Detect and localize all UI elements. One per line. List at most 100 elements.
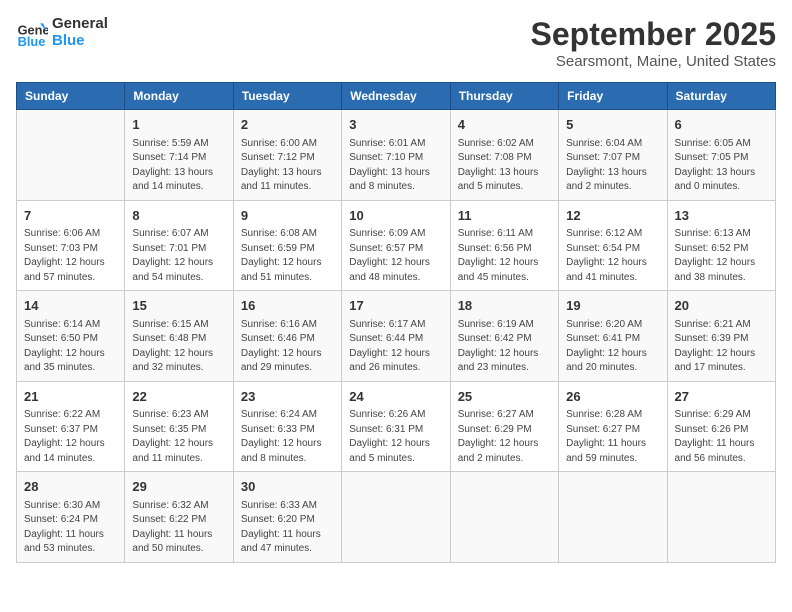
day-info: Sunrise: 6:29 AMSunset: 6:26 PMDaylight:… xyxy=(675,408,768,466)
day-cell: 22Sunrise: 6:23 AMSunset: 6:35 PMDayligh… xyxy=(125,381,233,472)
day-cell: 1Sunrise: 5:59 AMSunset: 7:14 PMDaylight… xyxy=(125,110,233,201)
day-info: Sunrise: 6:23 AMSunset: 6:35 PMDaylight:… xyxy=(132,408,225,466)
day-info: Sunrise: 6:22 AMSunset: 6:37 PMDaylight:… xyxy=(24,408,117,466)
header-cell-thursday: Thursday xyxy=(450,83,558,110)
calendar-body: 1Sunrise: 5:59 AMSunset: 7:14 PMDaylight… xyxy=(17,110,776,563)
day-number: 17 xyxy=(349,296,442,316)
header-cell-sunday: Sunday xyxy=(17,83,125,110)
day-number: 14 xyxy=(24,296,117,316)
day-cell: 12Sunrise: 6:12 AMSunset: 6:54 PMDayligh… xyxy=(559,200,667,291)
day-number: 19 xyxy=(566,296,659,316)
header-cell-monday: Monday xyxy=(125,83,233,110)
day-number: 12 xyxy=(566,206,659,226)
day-number: 26 xyxy=(566,387,659,407)
day-cell: 30Sunrise: 6:33 AMSunset: 6:20 PMDayligh… xyxy=(233,472,341,563)
day-number: 7 xyxy=(24,206,117,226)
day-cell: 7Sunrise: 6:06 AMSunset: 7:03 PMDaylight… xyxy=(17,200,125,291)
day-cell: 3Sunrise: 6:01 AMSunset: 7:10 PMDaylight… xyxy=(342,110,450,201)
day-cell: 17Sunrise: 6:17 AMSunset: 6:44 PMDayligh… xyxy=(342,291,450,382)
day-number: 2 xyxy=(241,115,334,135)
svg-text:Blue: Blue xyxy=(18,33,46,48)
week-row-4: 28Sunrise: 6:30 AMSunset: 6:24 PMDayligh… xyxy=(17,472,776,563)
day-cell xyxy=(667,472,775,563)
day-cell: 28Sunrise: 6:30 AMSunset: 6:24 PMDayligh… xyxy=(17,472,125,563)
day-cell: 11Sunrise: 6:11 AMSunset: 6:56 PMDayligh… xyxy=(450,200,558,291)
day-cell: 5Sunrise: 6:04 AMSunset: 7:07 PMDaylight… xyxy=(559,110,667,201)
day-info: Sunrise: 6:08 AMSunset: 6:59 PMDaylight:… xyxy=(241,227,334,285)
day-cell: 25Sunrise: 6:27 AMSunset: 6:29 PMDayligh… xyxy=(450,381,558,472)
day-cell: 14Sunrise: 6:14 AMSunset: 6:50 PMDayligh… xyxy=(17,291,125,382)
day-number: 30 xyxy=(241,477,334,497)
day-info: Sunrise: 6:14 AMSunset: 6:50 PMDaylight:… xyxy=(24,318,117,376)
day-number: 24 xyxy=(349,387,442,407)
day-number: 18 xyxy=(458,296,551,316)
day-cell: 19Sunrise: 6:20 AMSunset: 6:41 PMDayligh… xyxy=(559,291,667,382)
logo-line1: General xyxy=(52,16,108,33)
day-cell: 8Sunrise: 6:07 AMSunset: 7:01 PMDaylight… xyxy=(125,200,233,291)
day-cell xyxy=(17,110,125,201)
title-block: September 2025 Searsmont, Maine, United … xyxy=(531,16,776,70)
day-info: Sunrise: 5:59 AMSunset: 7:14 PMDaylight:… xyxy=(132,137,225,195)
page-header: General Blue General Blue September 2025… xyxy=(16,16,776,70)
day-info: Sunrise: 6:27 AMSunset: 6:29 PMDaylight:… xyxy=(458,408,551,466)
day-number: 23 xyxy=(241,387,334,407)
logo-icon: General Blue xyxy=(16,17,48,49)
header-cell-tuesday: Tuesday xyxy=(233,83,341,110)
day-number: 6 xyxy=(675,115,768,135)
day-cell: 15Sunrise: 6:15 AMSunset: 6:48 PMDayligh… xyxy=(125,291,233,382)
day-cell: 26Sunrise: 6:28 AMSunset: 6:27 PMDayligh… xyxy=(559,381,667,472)
header-cell-friday: Friday xyxy=(559,83,667,110)
day-number: 13 xyxy=(675,206,768,226)
day-number: 25 xyxy=(458,387,551,407)
day-info: Sunrise: 6:32 AMSunset: 6:22 PMDaylight:… xyxy=(132,499,225,557)
day-info: Sunrise: 6:26 AMSunset: 6:31 PMDaylight:… xyxy=(349,408,442,466)
day-cell xyxy=(342,472,450,563)
day-number: 3 xyxy=(349,115,442,135)
day-cell: 6Sunrise: 6:05 AMSunset: 7:05 PMDaylight… xyxy=(667,110,775,201)
header-cell-saturday: Saturday xyxy=(667,83,775,110)
month-title: September 2025 xyxy=(531,16,776,53)
day-cell: 23Sunrise: 6:24 AMSunset: 6:33 PMDayligh… xyxy=(233,381,341,472)
week-row-1: 7Sunrise: 6:06 AMSunset: 7:03 PMDaylight… xyxy=(17,200,776,291)
day-number: 16 xyxy=(241,296,334,316)
logo-line2: Blue xyxy=(52,33,108,50)
day-cell: 16Sunrise: 6:16 AMSunset: 6:46 PMDayligh… xyxy=(233,291,341,382)
header-row: SundayMondayTuesdayWednesdayThursdayFrid… xyxy=(17,83,776,110)
day-number: 28 xyxy=(24,477,117,497)
day-info: Sunrise: 6:24 AMSunset: 6:33 PMDaylight:… xyxy=(241,408,334,466)
day-info: Sunrise: 6:33 AMSunset: 6:20 PMDaylight:… xyxy=(241,499,334,557)
day-number: 9 xyxy=(241,206,334,226)
day-cell: 10Sunrise: 6:09 AMSunset: 6:57 PMDayligh… xyxy=(342,200,450,291)
week-row-0: 1Sunrise: 5:59 AMSunset: 7:14 PMDaylight… xyxy=(17,110,776,201)
day-cell: 20Sunrise: 6:21 AMSunset: 6:39 PMDayligh… xyxy=(667,291,775,382)
day-cell xyxy=(559,472,667,563)
day-number: 4 xyxy=(458,115,551,135)
header-cell-wednesday: Wednesday xyxy=(342,83,450,110)
logo: General Blue General Blue xyxy=(16,16,108,49)
day-info: Sunrise: 6:05 AMSunset: 7:05 PMDaylight:… xyxy=(675,137,768,195)
day-number: 8 xyxy=(132,206,225,226)
day-number: 29 xyxy=(132,477,225,497)
day-info: Sunrise: 6:30 AMSunset: 6:24 PMDaylight:… xyxy=(24,499,117,557)
day-info: Sunrise: 6:04 AMSunset: 7:07 PMDaylight:… xyxy=(566,137,659,195)
day-info: Sunrise: 6:13 AMSunset: 6:52 PMDaylight:… xyxy=(675,227,768,285)
location-title: Searsmont, Maine, United States xyxy=(531,53,776,70)
day-cell: 27Sunrise: 6:29 AMSunset: 6:26 PMDayligh… xyxy=(667,381,775,472)
week-row-2: 14Sunrise: 6:14 AMSunset: 6:50 PMDayligh… xyxy=(17,291,776,382)
day-info: Sunrise: 6:01 AMSunset: 7:10 PMDaylight:… xyxy=(349,137,442,195)
day-info: Sunrise: 6:07 AMSunset: 7:01 PMDaylight:… xyxy=(132,227,225,285)
day-cell: 4Sunrise: 6:02 AMSunset: 7:08 PMDaylight… xyxy=(450,110,558,201)
day-info: Sunrise: 6:19 AMSunset: 6:42 PMDaylight:… xyxy=(458,318,551,376)
day-number: 20 xyxy=(675,296,768,316)
day-number: 22 xyxy=(132,387,225,407)
day-cell: 29Sunrise: 6:32 AMSunset: 6:22 PMDayligh… xyxy=(125,472,233,563)
day-number: 15 xyxy=(132,296,225,316)
day-number: 21 xyxy=(24,387,117,407)
day-cell: 13Sunrise: 6:13 AMSunset: 6:52 PMDayligh… xyxy=(667,200,775,291)
day-info: Sunrise: 6:11 AMSunset: 6:56 PMDaylight:… xyxy=(458,227,551,285)
day-info: Sunrise: 6:15 AMSunset: 6:48 PMDaylight:… xyxy=(132,318,225,376)
day-info: Sunrise: 6:16 AMSunset: 6:46 PMDaylight:… xyxy=(241,318,334,376)
calendar-table: SundayMondayTuesdayWednesdayThursdayFrid… xyxy=(16,82,776,563)
day-cell xyxy=(450,472,558,563)
day-cell: 18Sunrise: 6:19 AMSunset: 6:42 PMDayligh… xyxy=(450,291,558,382)
